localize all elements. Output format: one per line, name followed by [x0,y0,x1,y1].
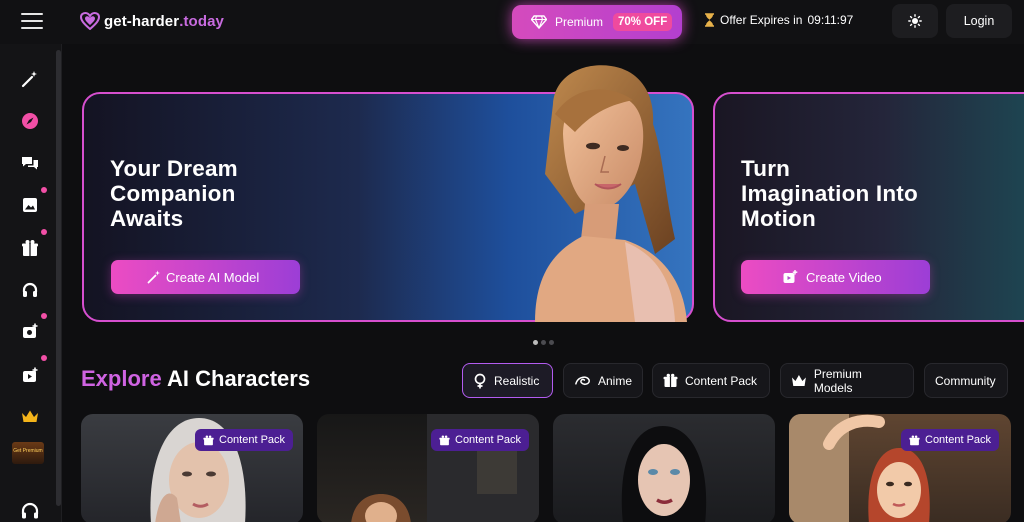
hero-title-line: Imagination Into [741,181,918,206]
gift-box-icon [663,373,678,387]
sidebar-item-packs[interactable] [19,237,41,259]
filter-community[interactable]: Community [924,363,1008,398]
swirl-icon [575,375,590,385]
add-video-icon [783,270,798,283]
offer-label: Offer Expires in [720,13,803,27]
top-bar: get-harder .today Premium 70% OFF Offer E… [0,0,1024,44]
diamond-icon [531,15,547,29]
filter-label: Community [935,373,996,388]
filter-anime[interactable]: Anime [563,363,643,398]
magic-wand-icon [21,71,37,88]
character-card[interactable] [553,414,775,522]
headphones-icon [21,502,39,519]
gift-box-icon [439,435,450,445]
sidebar-item-chat[interactable] [19,152,41,174]
sidebar-item-magic-wand[interactable] [19,68,41,90]
logo-text-prefix: get-harder [104,12,180,30]
sidebar: Get Premium [0,44,62,522]
sidebar-item-create-photo[interactable] [19,320,41,342]
create-ai-model-button[interactable]: Create AI Model [111,260,300,294]
section-title-rest: AI Characters [167,366,311,391]
section-title-highlight: Explore [81,366,162,391]
filter-premium-models[interactable]: Premium Models [780,363,914,398]
sidebar-notification-dot [41,355,47,361]
hero-title: Your Dream Companion Awaits [110,156,238,231]
sidebar-notification-dot [41,229,47,235]
offer-countdown: Offer Expires in 09:11:97 [704,13,853,27]
gift-box-icon [909,435,920,445]
sidebar-item-gallery[interactable] [19,194,41,216]
content-pack-badge: Content Pack [901,429,1000,451]
badge-label: Content Pack [455,434,522,446]
carousel-dot[interactable] [549,340,554,345]
theme-toggle-button[interactable] [892,4,938,38]
hero-model-image [535,65,687,322]
character-card[interactable]: Content Pack [789,414,1011,522]
character-card[interactable]: Content Pack [81,414,303,522]
hero-title-line: Awaits [110,206,184,231]
content-pack-badge: Content Pack [195,429,294,451]
hero-title: Turn Imagination Into Motion [741,156,918,231]
get-premium-promo[interactable]: Get Premium [12,442,44,464]
filter-content-pack[interactable]: Content Pack [652,363,770,398]
login-button[interactable]: Login [946,4,1012,38]
carousel-dot[interactable] [541,340,546,345]
premium-label: Premium [555,15,604,29]
logo-text-suffix: .today [179,12,224,30]
offer-timer: 09:11:97 [807,13,854,27]
sidebar-notification-dot [41,313,47,319]
content-pack-badge: Content Pack [431,429,530,451]
gift-box-icon [203,435,214,445]
filter-realistic[interactable]: Realistic [462,363,553,398]
premium-button[interactable]: Premium 70% OFF [512,5,682,39]
hero-title-line: Your Dream [110,156,238,181]
chat-icon [22,157,38,170]
hero-title-line: Companion [110,181,236,206]
gift-box-icon [22,240,38,256]
button-label: Create Video [806,269,882,285]
sidebar-item-explore[interactable] [19,110,41,132]
character-card[interactable]: Content Pack [317,414,539,522]
filter-label: Realistic [494,373,540,388]
filter-label: Content Pack [685,373,758,388]
carousel-dots [533,340,554,345]
crown-icon [22,410,38,422]
heart-logo-icon [80,12,100,30]
site-logo[interactable]: get-harder .today [80,11,224,31]
button-label: Create AI Model [166,269,260,285]
crown-icon [791,374,806,386]
hourglass-icon [705,13,714,27]
hero-slide-video[interactable]: Turn Imagination Into Motion Create Vide… [713,92,1024,322]
promo-text: Get Premium [13,448,43,454]
sidebar-notification-dot [41,187,47,193]
carousel-dot[interactable] [533,340,538,345]
add-photo-icon [22,323,37,338]
section-title: Explore AI Characters [81,366,310,392]
badge-label: Content Pack [925,434,992,446]
sidebar-item-help[interactable] [19,500,41,522]
filter-label: Premium Models [813,366,862,395]
sidebar-item-premium[interactable] [19,405,41,427]
create-video-button[interactable]: Create Video [741,260,930,294]
menu-icon[interactable] [21,13,43,29]
magic-wand-icon [147,270,160,284]
female-icon [474,373,486,388]
character-image [621,426,707,522]
sidebar-item-create-video[interactable] [19,364,41,386]
filter-label: Anime [597,373,632,388]
compass-icon [22,113,38,129]
sidebar-scrollbar[interactable] [56,50,61,506]
image-icon [23,198,37,212]
hero-title-line: Motion [741,206,816,231]
sidebar-item-support[interactable] [19,279,41,301]
discount-badge: 70% OFF [613,13,673,31]
sun-icon [908,14,922,28]
headset-icon [22,282,38,297]
add-video-icon [22,367,37,382]
hero-title-line: Turn [741,156,791,181]
badge-label: Content Pack [219,434,286,446]
